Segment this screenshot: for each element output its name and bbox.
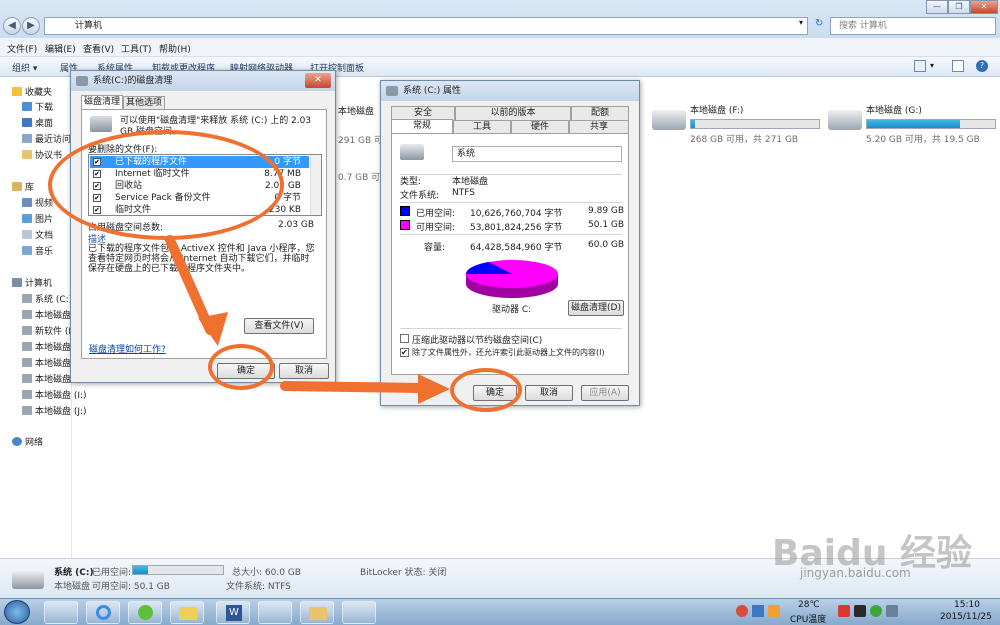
taskbar: W 28℃ CPU温度 15:10 2015/11/25 xyxy=(0,598,1000,625)
arrow-line xyxy=(280,381,425,393)
taskbar-word-icon[interactable]: W xyxy=(216,601,250,624)
network-status-icon[interactable] xyxy=(870,605,882,617)
status-drive-name: 系统 (C:) xyxy=(54,568,94,578)
word-icon: W xyxy=(226,605,242,621)
cpu-temperature: 28℃ xyxy=(798,600,820,610)
volume-icon[interactable] xyxy=(886,605,898,617)
taskbar-browser-icon[interactable] xyxy=(128,601,162,624)
status-used-label: 已用空间: xyxy=(92,568,132,578)
taskbar-image-icon[interactable] xyxy=(258,601,292,624)
clock-date: 2015/11/25 xyxy=(940,612,992,622)
tray-icon[interactable] xyxy=(838,605,850,617)
arrow-line xyxy=(165,235,215,335)
status-free: 可用空间: 50.1 GB xyxy=(92,582,170,592)
folder-icon xyxy=(179,607,197,620)
arrow-head xyxy=(198,312,228,346)
watermark-url: jingyan.baidu.com xyxy=(800,566,911,580)
status-bitlocker: BitLocker 状态: 关闭 xyxy=(360,568,447,578)
browser-icon xyxy=(138,605,153,620)
tray-icon[interactable] xyxy=(752,605,764,617)
taskbar-folder-icon[interactable] xyxy=(170,601,204,624)
status-total: 总大小: 60.0 GB xyxy=(232,568,301,578)
status-usage-fill xyxy=(133,566,148,574)
ie-icon xyxy=(96,605,111,620)
taskbar-explorer-icon[interactable] xyxy=(300,601,334,624)
arrow-head xyxy=(418,374,450,404)
taskbar-cleanup-icon[interactable] xyxy=(342,601,376,624)
tray-icon[interactable] xyxy=(854,605,866,617)
taskbar-ie-icon[interactable] xyxy=(86,601,120,624)
start-button[interactable] xyxy=(4,600,30,624)
explorer-icon xyxy=(309,607,327,620)
hard-drive-icon xyxy=(12,571,44,589)
status-fs: 文件系统: NTFS xyxy=(226,582,291,592)
cpu-temperature-label: CPU温度 xyxy=(790,615,827,625)
status-usage-bar xyxy=(132,565,224,575)
clock-time: 15:10 xyxy=(954,600,980,610)
antivirus-icon[interactable] xyxy=(736,605,748,617)
tray-icon[interactable] xyxy=(768,605,780,617)
status-type: 本地磁盘 xyxy=(54,582,91,592)
taskbar-windows-icon[interactable] xyxy=(44,601,78,624)
